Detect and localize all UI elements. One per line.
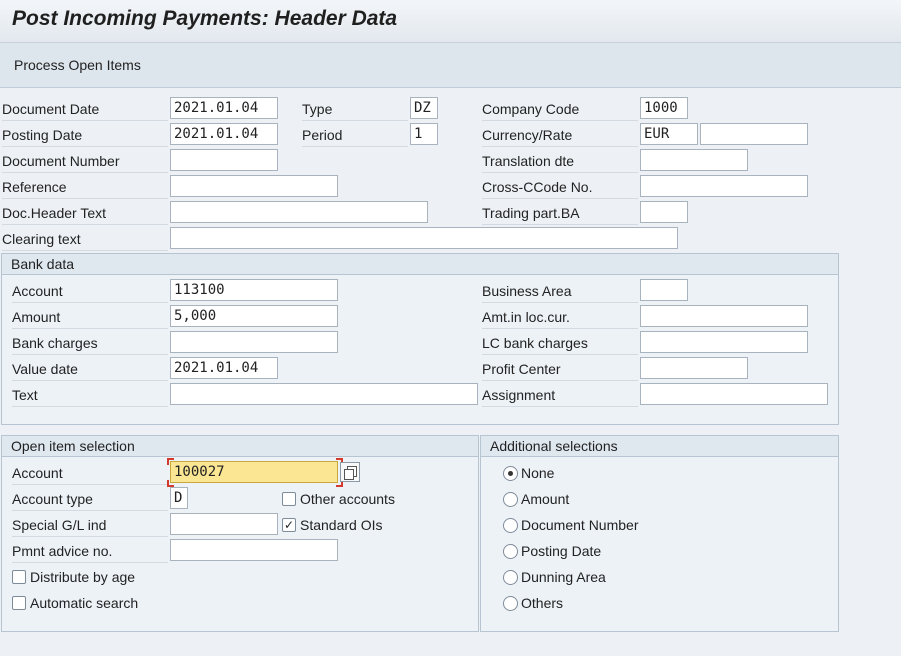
- business-area-label: Business Area: [482, 280, 638, 303]
- radio-document-number[interactable]: [503, 518, 518, 533]
- cross-ccode-no-label: Cross-CCode No.: [482, 176, 638, 199]
- bank-account-label: Account: [12, 280, 168, 303]
- period-field[interactable]: 1: [410, 123, 438, 145]
- document-number-label: Document Number: [2, 150, 168, 173]
- focus-corner-bottom-left: [167, 480, 174, 487]
- special-gl-ind-field[interactable]: [170, 513, 278, 535]
- lc-bank-charges-field[interactable]: [640, 331, 808, 353]
- translation-date-field[interactable]: [640, 149, 748, 171]
- radio-document-number-label: Document Number: [521, 517, 639, 533]
- standard-ois-checkbox[interactable]: ✓: [282, 518, 296, 532]
- title-bar: Post Incoming Payments: Header Data: [0, 0, 901, 42]
- trading-part-ba-label: Trading part.BA: [482, 202, 638, 225]
- document-number-field[interactable]: [170, 149, 278, 171]
- type-label: Type: [302, 98, 408, 121]
- amount-field[interactable]: 5,000: [170, 305, 338, 327]
- page-title: Post Incoming Payments: Header Data: [12, 7, 398, 30]
- company-code-field[interactable]: 1000: [640, 97, 688, 119]
- value-date-field[interactable]: 2021.01.04: [170, 357, 278, 379]
- doc-header-text-label: Doc.Header Text: [2, 202, 168, 225]
- oi-account-field[interactable]: 100027: [170, 461, 338, 483]
- focus-corner-top-left: [167, 458, 174, 465]
- cross-ccode-no-field[interactable]: [640, 175, 808, 197]
- reference-label: Reference: [2, 176, 168, 199]
- pmnt-advice-no-label: Pmnt advice no.: [12, 540, 168, 563]
- radio-amount[interactable]: [503, 492, 518, 507]
- currency-rate-label: Currency/Rate: [482, 124, 638, 147]
- special-gl-ind-label: Special G/L ind: [12, 514, 168, 537]
- bank-account-field[interactable]: 113100: [170, 279, 338, 301]
- document-date-field[interactable]: 2021.01.04: [170, 97, 278, 119]
- radio-amount-label: Amount: [521, 491, 570, 507]
- radio-others-label: Others: [521, 595, 564, 611]
- reference-field[interactable]: [170, 175, 338, 197]
- amount-label: Amount: [12, 306, 168, 329]
- distribute-by-age-checkbox[interactable]: [12, 570, 26, 584]
- profit-center-field[interactable]: [640, 357, 748, 379]
- bank-charges-field[interactable]: [170, 331, 338, 353]
- other-accounts-checkbox[interactable]: [282, 492, 296, 506]
- amt-loc-cur-field[interactable]: [640, 305, 808, 327]
- profit-center-label: Profit Center: [482, 358, 638, 381]
- assignment-label: Assignment: [482, 384, 638, 407]
- amt-loc-cur-label: Amt.in loc.cur.: [482, 306, 638, 329]
- process-open-items-button[interactable]: Process Open Items: [14, 57, 141, 73]
- lc-bank-charges-label: LC bank charges: [482, 332, 638, 355]
- currency-field[interactable]: EUR: [640, 123, 698, 145]
- pmnt-advice-no-field[interactable]: [170, 539, 338, 561]
- radio-dunning-area-label: Dunning Area: [521, 569, 606, 585]
- distribute-by-age-label: Distribute by age: [30, 569, 136, 585]
- posting-date-label: Posting Date: [2, 124, 168, 147]
- application-toolbar: Process Open Items: [0, 42, 901, 88]
- additional-selections-heading: Additional selections: [481, 436, 838, 457]
- document-date-label: Document Date: [2, 98, 168, 121]
- automatic-search-label: Automatic search: [30, 595, 139, 611]
- text-label: Text: [12, 384, 168, 407]
- automatic-search-checkbox[interactable]: [12, 596, 26, 610]
- text-field[interactable]: [170, 383, 478, 405]
- doc-header-text-field[interactable]: [170, 201, 428, 223]
- exchange-rate-field[interactable]: [700, 123, 808, 145]
- period-label: Period: [302, 124, 408, 147]
- bank-charges-label: Bank charges: [12, 332, 168, 355]
- radio-none-label: None: [521, 465, 555, 481]
- radio-none[interactable]: [503, 466, 518, 481]
- assignment-field[interactable]: [640, 383, 828, 405]
- other-accounts-label: Other accounts: [300, 491, 395, 507]
- posting-date-field[interactable]: 2021.01.04: [170, 123, 278, 145]
- radio-posting-date[interactable]: [503, 544, 518, 559]
- type-field[interactable]: DZ: [410, 97, 438, 119]
- radio-posting-date-label: Posting Date: [521, 543, 602, 559]
- value-date-label: Value date: [12, 358, 168, 381]
- business-area-field[interactable]: [640, 279, 688, 301]
- radio-others[interactable]: [503, 596, 518, 611]
- clearing-text-field[interactable]: [170, 227, 678, 249]
- multiple-selection-icon[interactable]: [340, 462, 360, 482]
- standard-ois-label: Standard OIs: [300, 517, 383, 533]
- oi-account-label: Account: [12, 462, 168, 485]
- trading-part-ba-field[interactable]: [640, 201, 688, 223]
- bank-data-heading: Bank data: [2, 254, 838, 275]
- open-item-selection-heading: Open item selection: [2, 436, 478, 457]
- company-code-label: Company Code: [482, 98, 638, 121]
- clearing-text-label: Clearing text: [2, 228, 168, 251]
- checkmark-icon: ✓: [283, 518, 295, 532]
- account-type-label: Account type: [12, 488, 168, 511]
- radio-dunning-area[interactable]: [503, 570, 518, 585]
- translation-date-label: Translation dte: [482, 150, 638, 173]
- account-type-field[interactable]: D: [170, 487, 188, 509]
